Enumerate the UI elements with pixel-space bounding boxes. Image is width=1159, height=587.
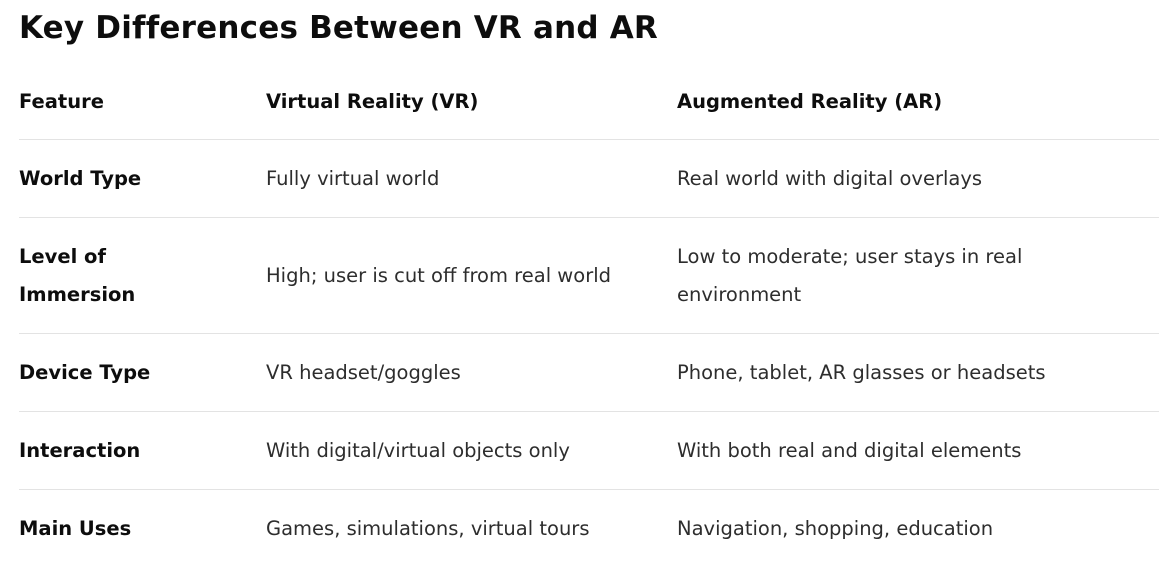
ar-cell: Low to moderate; user stays in real envi… <box>677 217 1159 334</box>
table-header-row: Feature Virtual Reality (VR) Augmented R… <box>19 64 1159 140</box>
ar-cell: Real world with digital overlays <box>677 139 1159 218</box>
ar-cell: With both real and digital elements <box>677 411 1159 490</box>
feature-cell: Level of Immersion <box>19 217 266 334</box>
vr-value: With digital/virtual objects only <box>266 438 570 462</box>
vr-cell: Fully virtual world <box>266 139 677 218</box>
column-header-vr: Virtual Reality (VR) <box>266 64 677 140</box>
vr-value: High; user is cut off from real world <box>266 263 612 287</box>
vr-value: Fully virtual world <box>266 166 440 190</box>
vr-cell: With digital/virtual objects only <box>266 411 677 490</box>
ar-value: Low to moderate; user stays in real envi… <box>677 244 1023 306</box>
table-row: Interaction With digital/virtual objects… <box>19 411 1159 490</box>
feature-cell: World Type <box>19 139 266 218</box>
column-header-feature: Feature <box>19 64 266 140</box>
vr-cell: VR headset/goggles <box>266 333 677 412</box>
page: Key Differences Between VR and AR Featur… <box>0 0 1159 587</box>
ar-value: Real world with digital overlays <box>677 166 983 190</box>
feature-label: Device Type <box>19 360 151 384</box>
feature-label: World Type <box>19 166 142 190</box>
page-title: Key Differences Between VR and AR <box>19 10 658 46</box>
comparison-table: Feature Virtual Reality (VR) Augmented R… <box>19 64 1159 567</box>
vr-cell: High; user is cut off from real world <box>266 217 677 334</box>
feature-label: Interaction <box>19 438 141 462</box>
ar-cell: Phone, tablet, AR glasses or headsets <box>677 333 1159 412</box>
column-header-ar: Augmented Reality (AR) <box>677 64 1159 140</box>
vr-cell: Games, simulations, virtual tours <box>266 490 677 568</box>
table-row: World Type Fully virtual world Real worl… <box>19 139 1159 218</box>
feature-cell: Device Type <box>19 333 266 412</box>
table-row: Device Type VR headset/goggles Phone, ta… <box>19 333 1159 412</box>
ar-cell: Navigation, shopping, education <box>677 490 1159 568</box>
vr-value: VR headset/goggles <box>266 360 461 384</box>
ar-value: Navigation, shopping, education <box>677 516 994 540</box>
table-row: Main Uses Games, simulations, virtual to… <box>19 490 1159 568</box>
ar-value: With both real and digital elements <box>677 438 1022 462</box>
vr-value: Games, simulations, virtual tours <box>266 516 590 540</box>
feature-cell: Main Uses <box>19 490 266 568</box>
feature-cell: Interaction <box>19 411 266 490</box>
ar-value: Phone, tablet, AR glasses or headsets <box>677 360 1046 384</box>
table-row: Level of Immersion High; user is cut off… <box>19 217 1159 334</box>
feature-label: Main Uses <box>19 516 132 540</box>
feature-label: Level of Immersion <box>19 244 136 306</box>
